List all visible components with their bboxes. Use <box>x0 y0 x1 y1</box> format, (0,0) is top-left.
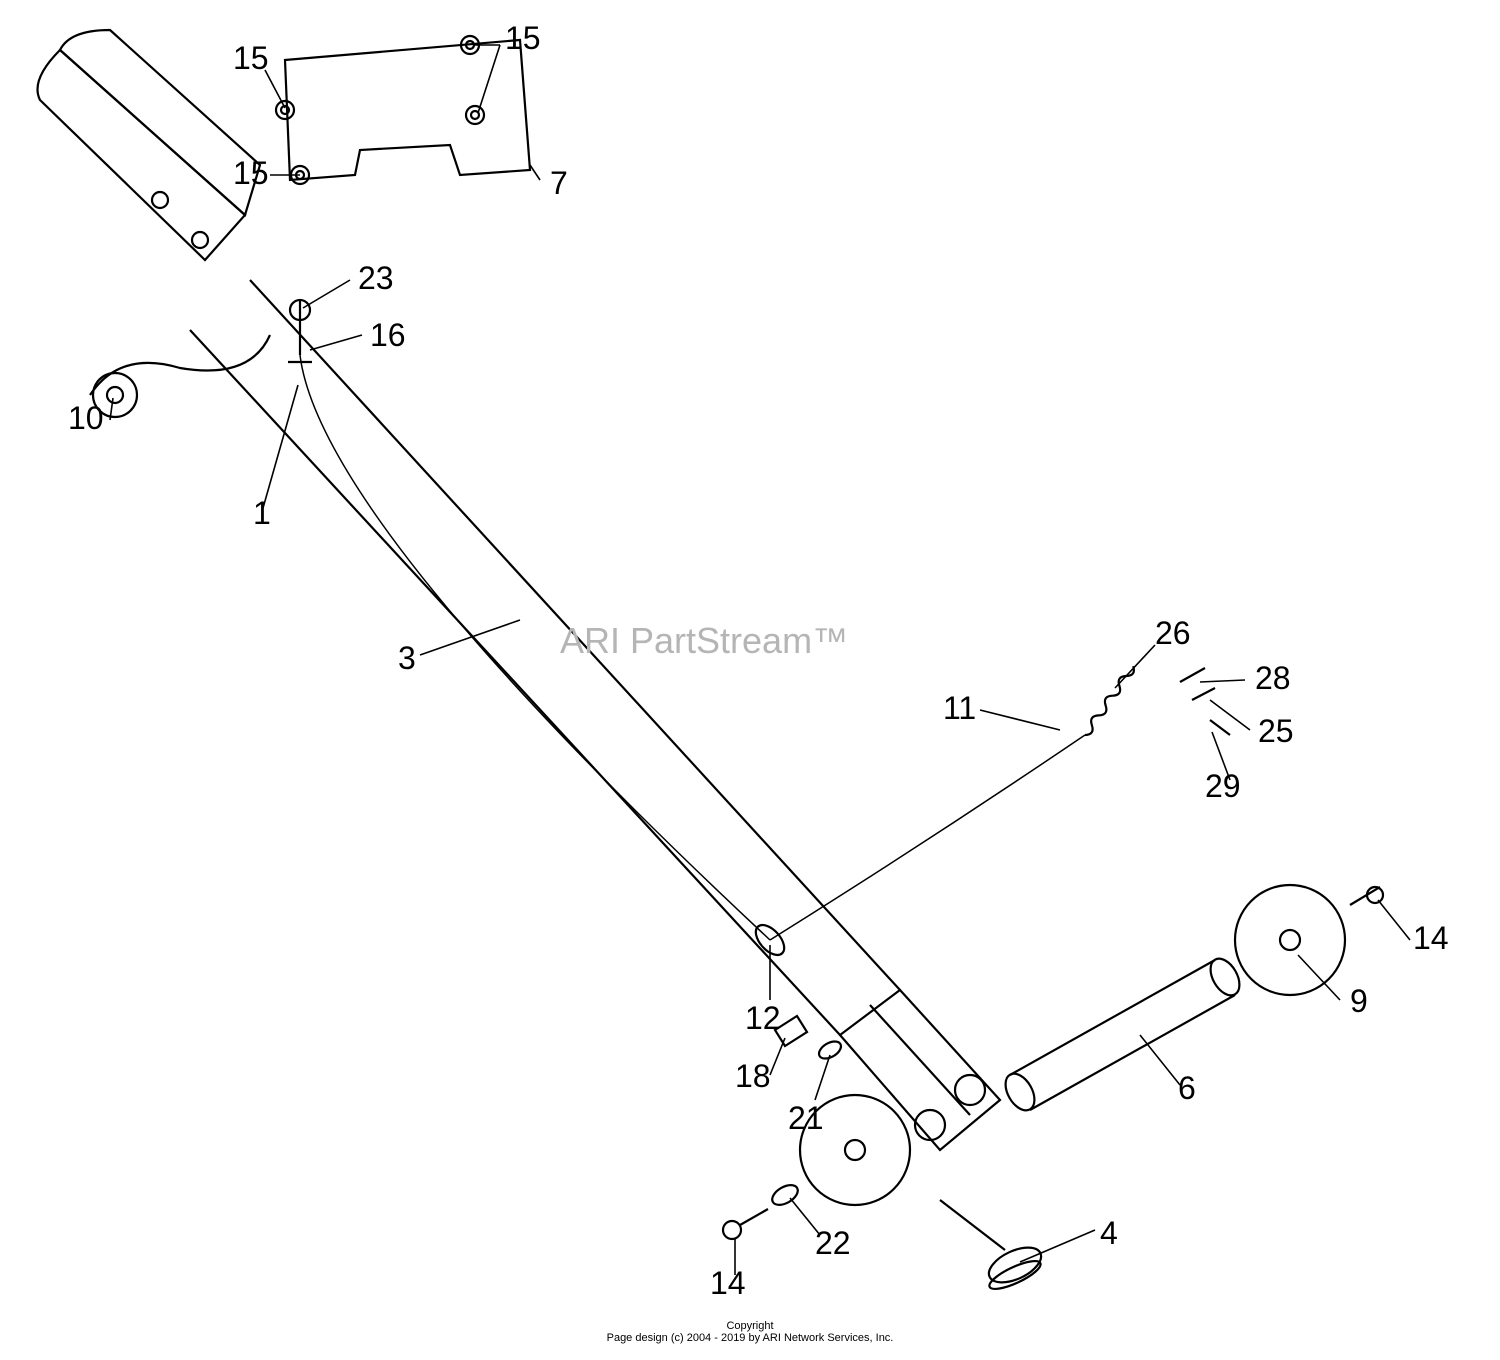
callout-9: 9 <box>1350 983 1368 1020</box>
callout-28: 28 <box>1255 660 1291 697</box>
callout-18: 18 <box>735 1058 771 1095</box>
callout-11: 11 <box>943 690 976 727</box>
copyright-line1: Copyright <box>600 1320 900 1332</box>
callout-3: 3 <box>398 640 416 677</box>
callout-10: 10 <box>68 400 104 437</box>
callout-25: 25 <box>1258 713 1294 750</box>
parts-diagram: 15 15 15 7 23 16 10 1 3 11 26 28 25 29 1… <box>0 0 1500 1360</box>
callout-7: 7 <box>550 165 568 202</box>
copyright-line2: Page design (c) 2004 - 2019 by ARI Netwo… <box>560 1332 940 1344</box>
callout-15: 15 <box>233 40 269 77</box>
callout-4: 4 <box>1100 1215 1118 1252</box>
callout-1: 1 <box>253 495 271 532</box>
callout-15: 15 <box>233 155 269 192</box>
callout-12: 12 <box>745 1000 781 1037</box>
callout-6: 6 <box>1178 1070 1196 1107</box>
callout-23: 23 <box>358 260 394 297</box>
callout-14: 14 <box>1413 920 1449 957</box>
callout-15: 15 <box>505 20 541 57</box>
watermark-text: ARI PartStream™ <box>560 620 848 662</box>
callout-29: 29 <box>1205 768 1241 805</box>
callout-14: 14 <box>710 1265 746 1302</box>
callout-22: 22 <box>815 1225 851 1262</box>
callout-16: 16 <box>370 317 406 354</box>
callout-21: 21 <box>788 1100 824 1137</box>
callout-26: 26 <box>1155 615 1191 652</box>
